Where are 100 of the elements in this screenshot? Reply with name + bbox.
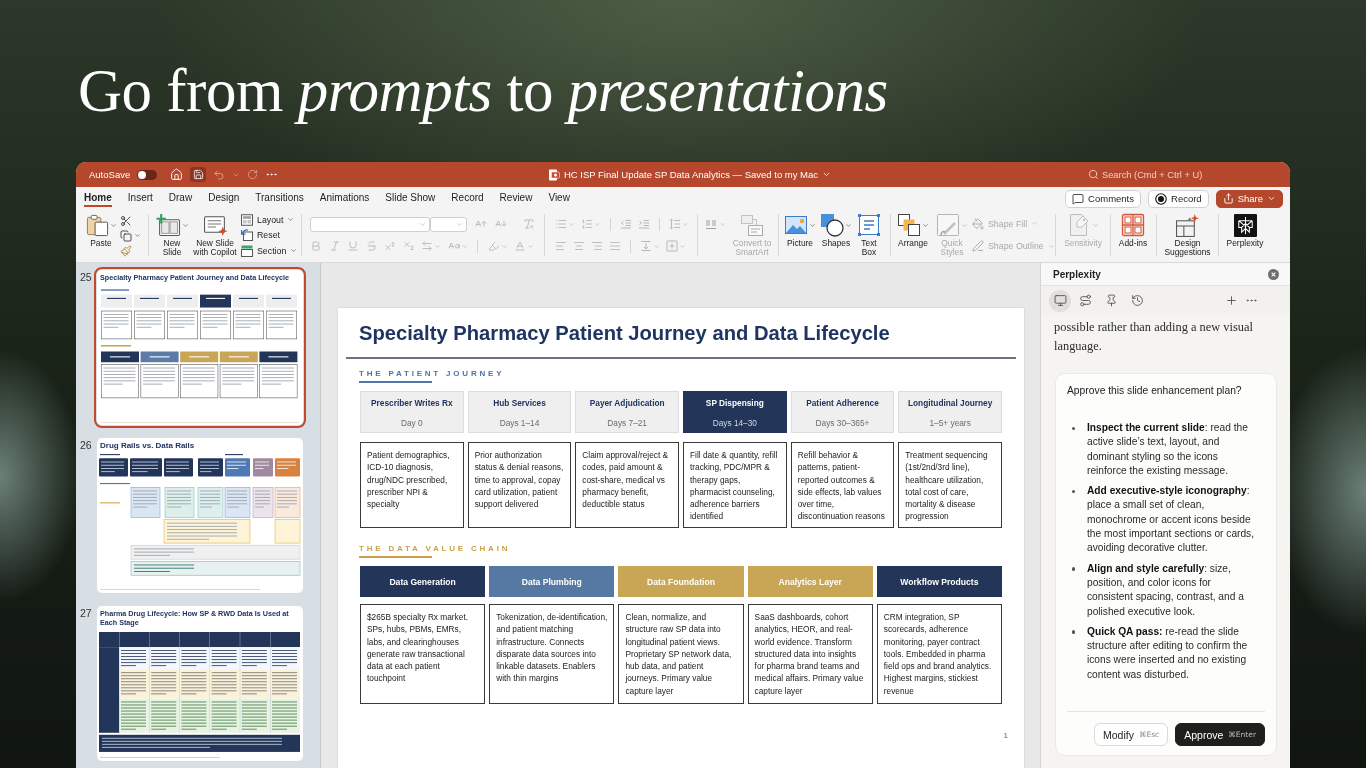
step-title: SP Dispensing	[705, 398, 764, 409]
bullet-icon	[1071, 489, 1075, 494]
slide-title: Specialty Pharmacy Patient Journey and Data Lifecycle	[359, 321, 890, 345]
ribbon-tab[interactable]: View	[540, 187, 578, 210]
ribbon-tab[interactable]: Transitions	[247, 187, 312, 210]
save-icon	[192, 169, 204, 180]
caret-icon	[290, 247, 298, 255]
route-icon	[1079, 294, 1093, 307]
sensitivity-icon	[1067, 213, 1091, 237]
step-title: Payer Adjudication	[589, 398, 665, 409]
copy-icon[interactable]	[120, 229, 132, 242]
ribbon-tab[interactable]: Animations	[311, 187, 378, 210]
ribbon-tab[interactable]: Draw	[160, 187, 201, 210]
headline: Go from prompts to presentations	[78, 57, 888, 124]
caret-icon	[961, 221, 968, 229]
comments-button[interactable]: Comments	[1065, 189, 1141, 208]
arrange-icon	[897, 213, 921, 237]
new-slide-button[interactable]: New Slide	[155, 212, 189, 258]
stage-header: Data Generation	[360, 566, 486, 597]
plan-step: Add executive-style iconography: place a small set of clean, monochrome or accent icons beside the most important sections or cards, avoiding decorative clutter.	[1087, 484, 1259, 556]
shapes-icon	[820, 213, 844, 237]
stage-description: Tokenization, de-identification, and patient matching infrastructure. Connects disparate data sources into linkable datasets. Enablers with thin margins	[489, 604, 615, 704]
shapes-button[interactable]: Shapes	[818, 212, 854, 249]
step-title: Longitudinal Journey	[907, 398, 993, 409]
save-button[interactable]	[190, 167, 207, 182]
paste-button[interactable]: Paste	[85, 212, 117, 249]
slide-number: 27	[79, 607, 93, 619]
redo-icon[interactable]	[247, 169, 259, 180]
autosave-toggle[interactable]	[137, 169, 158, 180]
record-button[interactable]: Record	[1148, 189, 1209, 208]
step-timing: Days 7–21	[607, 418, 647, 429]
font-name-field[interactable]	[310, 216, 430, 232]
mode-tab[interactable]	[1049, 289, 1071, 312]
add-ins-button[interactable]: Add-ins	[1115, 212, 1151, 249]
new-slide-copilot-button[interactable]: New Slide with Copilot	[192, 212, 238, 258]
step-description: Patient demographics, ICD-10 diagnosis, drug/NDC prescribed, prescriber NPI & specialty	[360, 442, 464, 528]
step-description: Refill behavior & patterns, patient-reported outcomes & side effects, lab values over time, discontinuation reasons	[790, 442, 895, 528]
caret-icon[interactable]	[719, 221, 726, 228]
perplexity-logo-icon	[1233, 213, 1257, 237]
font-size-field[interactable]	[430, 216, 467, 232]
clipboard-icon	[85, 213, 109, 237]
new-slide-icon	[155, 212, 181, 238]
add-ins-icon	[1121, 213, 1145, 237]
record-icon	[1155, 192, 1167, 205]
caret-icon	[109, 221, 117, 229]
step-timing: Day 0	[401, 418, 423, 429]
slide-thumbnail[interactable]: Drug Rails vs. Data Rails	[94, 435, 306, 596]
ribbon-tab[interactable]: Slide Show	[377, 187, 444, 210]
step-timing: Days 1–14	[499, 418, 540, 429]
step-timing: Days 14–30	[712, 418, 757, 429]
comment-icon	[1072, 192, 1085, 205]
ribbon-tab[interactable]: Review	[491, 187, 541, 210]
slide-option-button[interactable]: Layout	[241, 212, 298, 228]
paintbrush-icon[interactable]	[120, 244, 132, 257]
text-box-button[interactable]: Text Box	[854, 212, 884, 258]
arrange-button[interactable]: Arrange	[894, 212, 932, 249]
stage-description: $265B specialty Rx market. SPs, hubs, PBMs, EMRs, labs, and clearinghouses generate raw transactional data at each patient touchpoint	[360, 604, 486, 704]
picture-button[interactable]: Picture	[782, 212, 818, 249]
home-icon[interactable]	[170, 168, 184, 181]
section-icon	[241, 244, 253, 257]
file-icon	[547, 168, 560, 181]
caret-icon	[845, 221, 852, 229]
step-description: Prior authorization status & denial reasons, time to approval, copay card utilization, patient support delivered	[467, 442, 572, 528]
scissors-icon[interactable]	[120, 214, 132, 227]
share-button[interactable]: Share	[1215, 189, 1283, 208]
caret-icon	[1047, 242, 1055, 250]
undo-icon[interactable]	[213, 168, 226, 181]
pin-icon	[1104, 294, 1118, 307]
caret-icon	[922, 221, 929, 229]
ribbon-tab[interactable]: Insert	[119, 187, 161, 210]
perplexity-button[interactable]: Perplexity	[1222, 212, 1268, 249]
stage-description: Clean, normalize, and structure raw SP data into longitudinal patient views. Proprietary SP network data, hub data, and patient journeys. Primary value capture layer	[618, 604, 744, 704]
slide-option-button[interactable]: Reset	[241, 227, 298, 243]
caret-icon	[287, 216, 295, 224]
panel-title: Perplexity	[1053, 268, 1101, 280]
search-field[interactable]: Search (Cmd + Ctrl + U)	[1102, 169, 1206, 180]
columns-icon[interactable]	[705, 218, 717, 231]
caret-icon[interactable]	[134, 232, 141, 239]
step-timing: 1–5+ years	[929, 418, 971, 429]
close-icon[interactable]	[1268, 268, 1279, 280]
plus-icon[interactable]	[1224, 294, 1238, 307]
document-title[interactable]: HC ISP Final Update SP Data Analytics — Saved to my Mac	[547, 168, 832, 181]
share-icon	[1222, 193, 1234, 204]
ribbon-tab[interactable]: Record	[443, 187, 492, 210]
search-icon	[1088, 169, 1099, 180]
step-description: Fill date & quantity, refill tracking, PDC/MPR & therapy gaps, pharmacist counseling, adherence barriers identified	[683, 442, 787, 528]
autosave-label: AutoSave	[89, 169, 131, 180]
ribbon-tab[interactable]: Design	[200, 187, 248, 210]
plan-step: Align and style carefully: size, position, and color icons for consistent spacing, contrast, and a polished executive look.	[1087, 561, 1259, 619]
slide-option-button[interactable]: Section	[241, 243, 298, 259]
ribbon-tab[interactable]: Home	[76, 187, 120, 210]
design-suggestions-button[interactable]: Design Suggestions	[1160, 212, 1215, 258]
step-title: Patient Adherence	[806, 398, 879, 409]
caret-icon	[1031, 220, 1039, 228]
page-number: 1	[1003, 731, 1008, 741]
pen-icon	[972, 240, 984, 253]
assistant-message: possible rather than adding a new visual language.	[1054, 319, 1254, 355]
step-title: Hub Services	[493, 398, 546, 409]
stage-header: Analytics Layer	[747, 566, 873, 597]
step-timing: Days 30–365+	[815, 418, 870, 429]
